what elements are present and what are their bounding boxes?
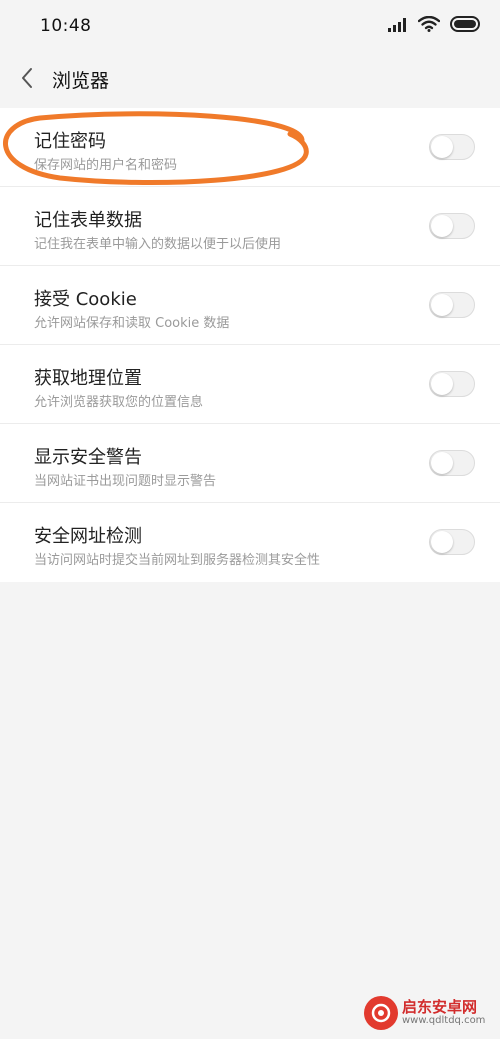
watermark: 启东安卓网 www.qdltdq.com xyxy=(364,993,496,1033)
watermark-name: 启东安卓网 xyxy=(402,997,478,1016)
setting-subtitle: 保存网站的用户名和密码 xyxy=(34,158,178,173)
setting-title: 显示安全警告 xyxy=(34,447,142,468)
toggle-knob xyxy=(431,531,453,553)
page-title: 浏览器 xyxy=(52,70,110,92)
wifi-icon xyxy=(417,15,441,36)
setting-title: 获取地理位置 xyxy=(34,368,142,389)
settings-list: 记住密码 保存网站的用户名和密码 记住表单数据 记住我在表单中输入的数据以便于以… xyxy=(0,108,500,582)
status-icons xyxy=(388,14,482,38)
setting-row-remember-password[interactable]: 记住密码 保存网站的用户名和密码 xyxy=(0,108,500,187)
setting-row-security-warning[interactable]: 显示安全警告 当网站证书出现问题时显示警告 xyxy=(0,424,500,503)
watermark-url: www.qdltdq.com xyxy=(402,1014,486,1026)
watermark-text: 启东安卓网 www.qdltdq.com xyxy=(402,997,486,1026)
security-warning-toggle[interactable] xyxy=(429,450,475,476)
setting-title: 安全网址检测 xyxy=(34,526,142,547)
nav-bar: 浏览器 xyxy=(0,52,500,108)
toggle-knob xyxy=(431,373,453,395)
battery-icon xyxy=(450,16,482,36)
setting-title: 记住密码 xyxy=(34,131,106,152)
setting-subtitle: 当访问网站时提交当前网址到服务器检测其安全性 xyxy=(34,553,321,568)
setting-row-accept-cookie[interactable]: 接受 Cookie 允许网站保存和读取 Cookie 数据 xyxy=(0,266,500,345)
toggle-knob xyxy=(431,136,453,158)
setting-row-safe-url-check[interactable]: 安全网址检测 当访问网站时提交当前网址到服务器检测其安全性 xyxy=(0,503,500,582)
accept-cookie-toggle[interactable] xyxy=(429,292,475,318)
safe-url-check-toggle[interactable] xyxy=(429,529,475,555)
remember-password-toggle[interactable] xyxy=(429,134,475,160)
setting-subtitle: 允许浏览器获取您的位置信息 xyxy=(34,395,204,410)
toggle-knob xyxy=(431,215,453,237)
status-time: 10:48 xyxy=(40,16,92,36)
location-toggle[interactable] xyxy=(429,371,475,397)
status-bar: 10:48 xyxy=(0,0,500,52)
setting-title: 记住表单数据 xyxy=(34,210,142,231)
setting-subtitle: 允许网站保存和读取 Cookie 数据 xyxy=(34,316,230,331)
watermark-logo-icon xyxy=(364,996,398,1030)
chevron-left-icon xyxy=(20,67,34,93)
toggle-knob xyxy=(431,452,453,474)
toggle-knob xyxy=(431,294,453,316)
setting-title: 接受 Cookie xyxy=(34,289,137,310)
signal-icon xyxy=(388,17,408,36)
setting-row-location[interactable]: 获取地理位置 允许浏览器获取您的位置信息 xyxy=(0,345,500,424)
remember-form-data-toggle[interactable] xyxy=(429,213,475,239)
setting-subtitle: 记住我在表单中输入的数据以便于以后使用 xyxy=(34,237,282,252)
setting-row-remember-form-data[interactable]: 记住表单数据 记住我在表单中输入的数据以便于以后使用 xyxy=(0,187,500,266)
setting-subtitle: 当网站证书出现问题时显示警告 xyxy=(34,474,217,489)
back-button[interactable] xyxy=(12,62,42,98)
